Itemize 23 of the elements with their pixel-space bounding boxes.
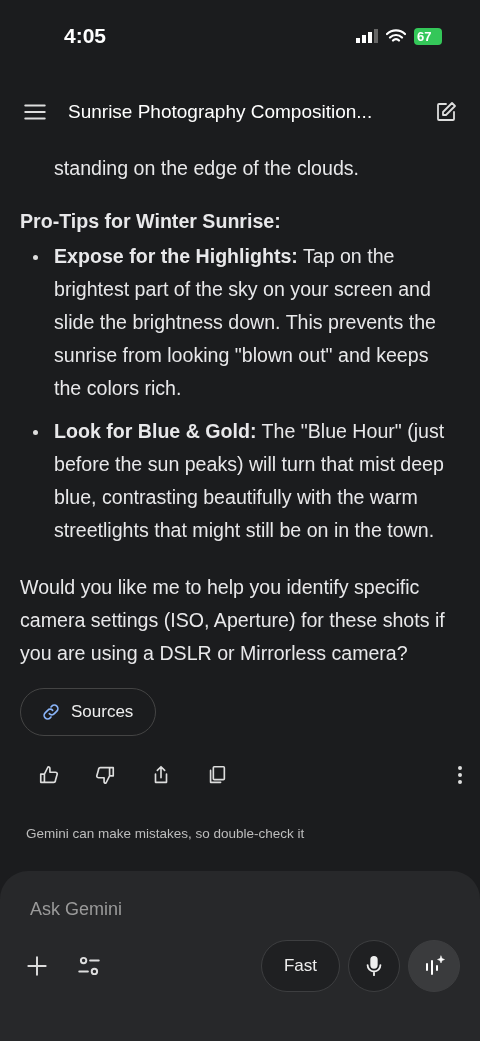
link-icon — [41, 702, 61, 722]
live-voice-button[interactable] — [408, 940, 460, 992]
more-options-button[interactable] — [458, 766, 462, 784]
bullet-text: Look for Blue & Gold: The "Blue Hour" (just before the sun peaks) will turn that mist deep blue, contrasting beautifully with the warm streetlights that might still be on in the town. — [54, 419, 446, 543]
signal-icon — [356, 29, 378, 43]
prompt-field[interactable]: Ask Gemini — [24, 899, 460, 920]
follow-up-question: Would you like me to help you identify specific camera settings (ISO, Aperture) for these shots if you are using a DSLR or Mirrorless camera? — [20, 575, 446, 666]
microphone-button[interactable] — [348, 940, 400, 992]
chat-title: Sunrise Photography Composition... — [68, 101, 374, 123]
bullet-text: Expose for the Highlights: Tap on the brightest part of the sky on your screen and slide the brightness down. This prevents the sunrise from looking "blown out" and keeps the colors rich. — [54, 244, 437, 401]
more-icon — [458, 766, 462, 784]
thumbs-up-button[interactable] — [38, 764, 60, 786]
disclaimer-text: Gemini can make mistakes, so double-check it — [26, 826, 306, 841]
response-text: standing on the edge of the clouds. — [54, 156, 361, 181]
wifi-icon — [386, 28, 406, 44]
battery-level: 67 — [414, 27, 442, 45]
thumbs-down-button[interactable] — [94, 764, 116, 786]
new-chat-button[interactable] — [434, 100, 458, 124]
section-heading: Pro-Tips for Winter Sunrise: — [20, 209, 282, 234]
bullet-icon — [33, 430, 38, 435]
status-time: 4:05 — [64, 24, 107, 48]
bullet-icon — [33, 255, 38, 260]
mode-button[interactable]: Fast — [260, 940, 340, 992]
